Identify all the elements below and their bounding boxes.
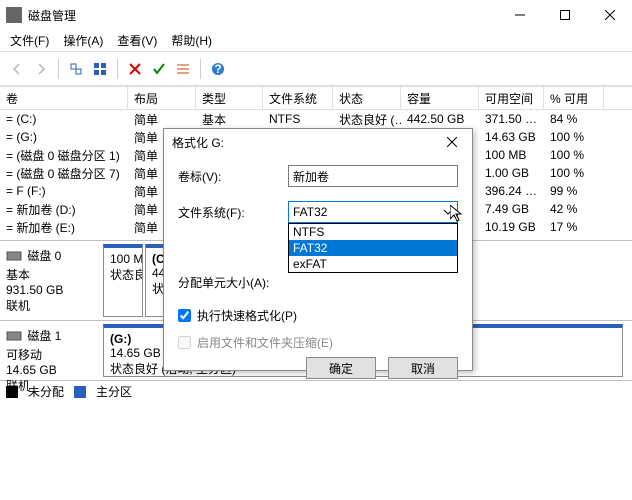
fs-option-ntfs[interactable]: NTFS [289,224,457,240]
menu-help[interactable]: 帮助(H) [165,30,218,51]
ok-button[interactable]: 确定 [306,357,376,379]
label-filesystem: 文件系统(F): [178,204,288,221]
th-volume[interactable]: 卷 [0,87,128,109]
cursor-icon [450,205,466,225]
menu-view[interactable]: 查看(V) [111,30,163,51]
forward-icon [30,58,52,80]
swatch-primary [74,386,86,398]
quick-format-checkbox[interactable] [178,309,191,322]
refresh-icon[interactable] [65,58,87,80]
minimize-button[interactable] [497,0,542,30]
compress-checkbox [178,336,191,349]
list-icon[interactable] [172,58,194,80]
th-layout[interactable]: 布局 [128,87,196,109]
fs-option-exfat[interactable]: exFAT [289,256,457,272]
quick-format-label: 执行快速格式化(P) [197,307,297,324]
th-status[interactable]: 状态 [333,87,401,109]
cancel-button[interactable]: 取消 [388,357,458,379]
legend-unallocated: 未分配 [28,383,64,400]
help-icon[interactable]: ? [207,58,229,80]
th-pct[interactable]: % 可用 [544,87,604,109]
swatch-unallocated [6,386,18,398]
svg-text:?: ? [214,62,221,76]
toolbar: ? [0,52,632,86]
partition[interactable]: 100 M状态良 [103,244,143,317]
menu-file[interactable]: 文件(F) [4,30,55,51]
th-cap[interactable]: 容量 [401,87,479,109]
close-button[interactable] [587,0,632,30]
compress-label: 启用文件和文件夹压缩(E) [197,334,333,351]
table-header: 卷 布局 类型 文件系统 状态 容量 可用空间 % 可用 [0,86,632,110]
disk-label[interactable]: 磁盘 1可移动14.65 GB联机 [0,321,100,380]
filesystem-combo[interactable]: FAT32 [288,201,458,223]
app-icon [6,7,22,23]
titlebar: 磁盘管理 [0,0,632,30]
disk-label[interactable]: 磁盘 0基本931.50 GB联机 [0,241,100,320]
menu-action[interactable]: 操作(A) [57,30,109,51]
properties-icon[interactable] [89,58,111,80]
th-free[interactable]: 可用空间 [479,87,544,109]
label-allocation-unit: 分配单元大小(A): [178,274,288,291]
label-volume: 卷标(V): [178,168,288,185]
table-row[interactable]: = (C:)简单基本NTFS状态良好 (…442.50 GB371.50 …84… [0,110,632,128]
legend-primary: 主分区 [96,383,132,400]
disk-icon [6,248,24,266]
dialog-close-button[interactable] [440,130,464,154]
check-icon[interactable] [148,58,170,80]
filesystem-combo-list: NTFS FAT32 exFAT [288,223,458,273]
back-icon [6,58,28,80]
volume-label-input[interactable] [288,165,458,187]
th-type[interactable]: 类型 [196,87,263,109]
window-title: 磁盘管理 [28,7,497,24]
maximize-button[interactable] [542,0,587,30]
delete-icon[interactable] [124,58,146,80]
disk-icon [6,328,24,346]
format-dialog: 格式化 G: 卷标(V): 文件系统(F): FAT32 NTFS FAT32 … [163,128,473,371]
menubar: 文件(F) 操作(A) 查看(V) 帮助(H) [0,30,632,52]
filesystem-combo-value: FAT32 [293,205,327,219]
fs-option-fat32[interactable]: FAT32 [289,240,457,256]
th-fs[interactable]: 文件系统 [263,87,333,109]
dialog-title: 格式化 G: [172,134,440,151]
